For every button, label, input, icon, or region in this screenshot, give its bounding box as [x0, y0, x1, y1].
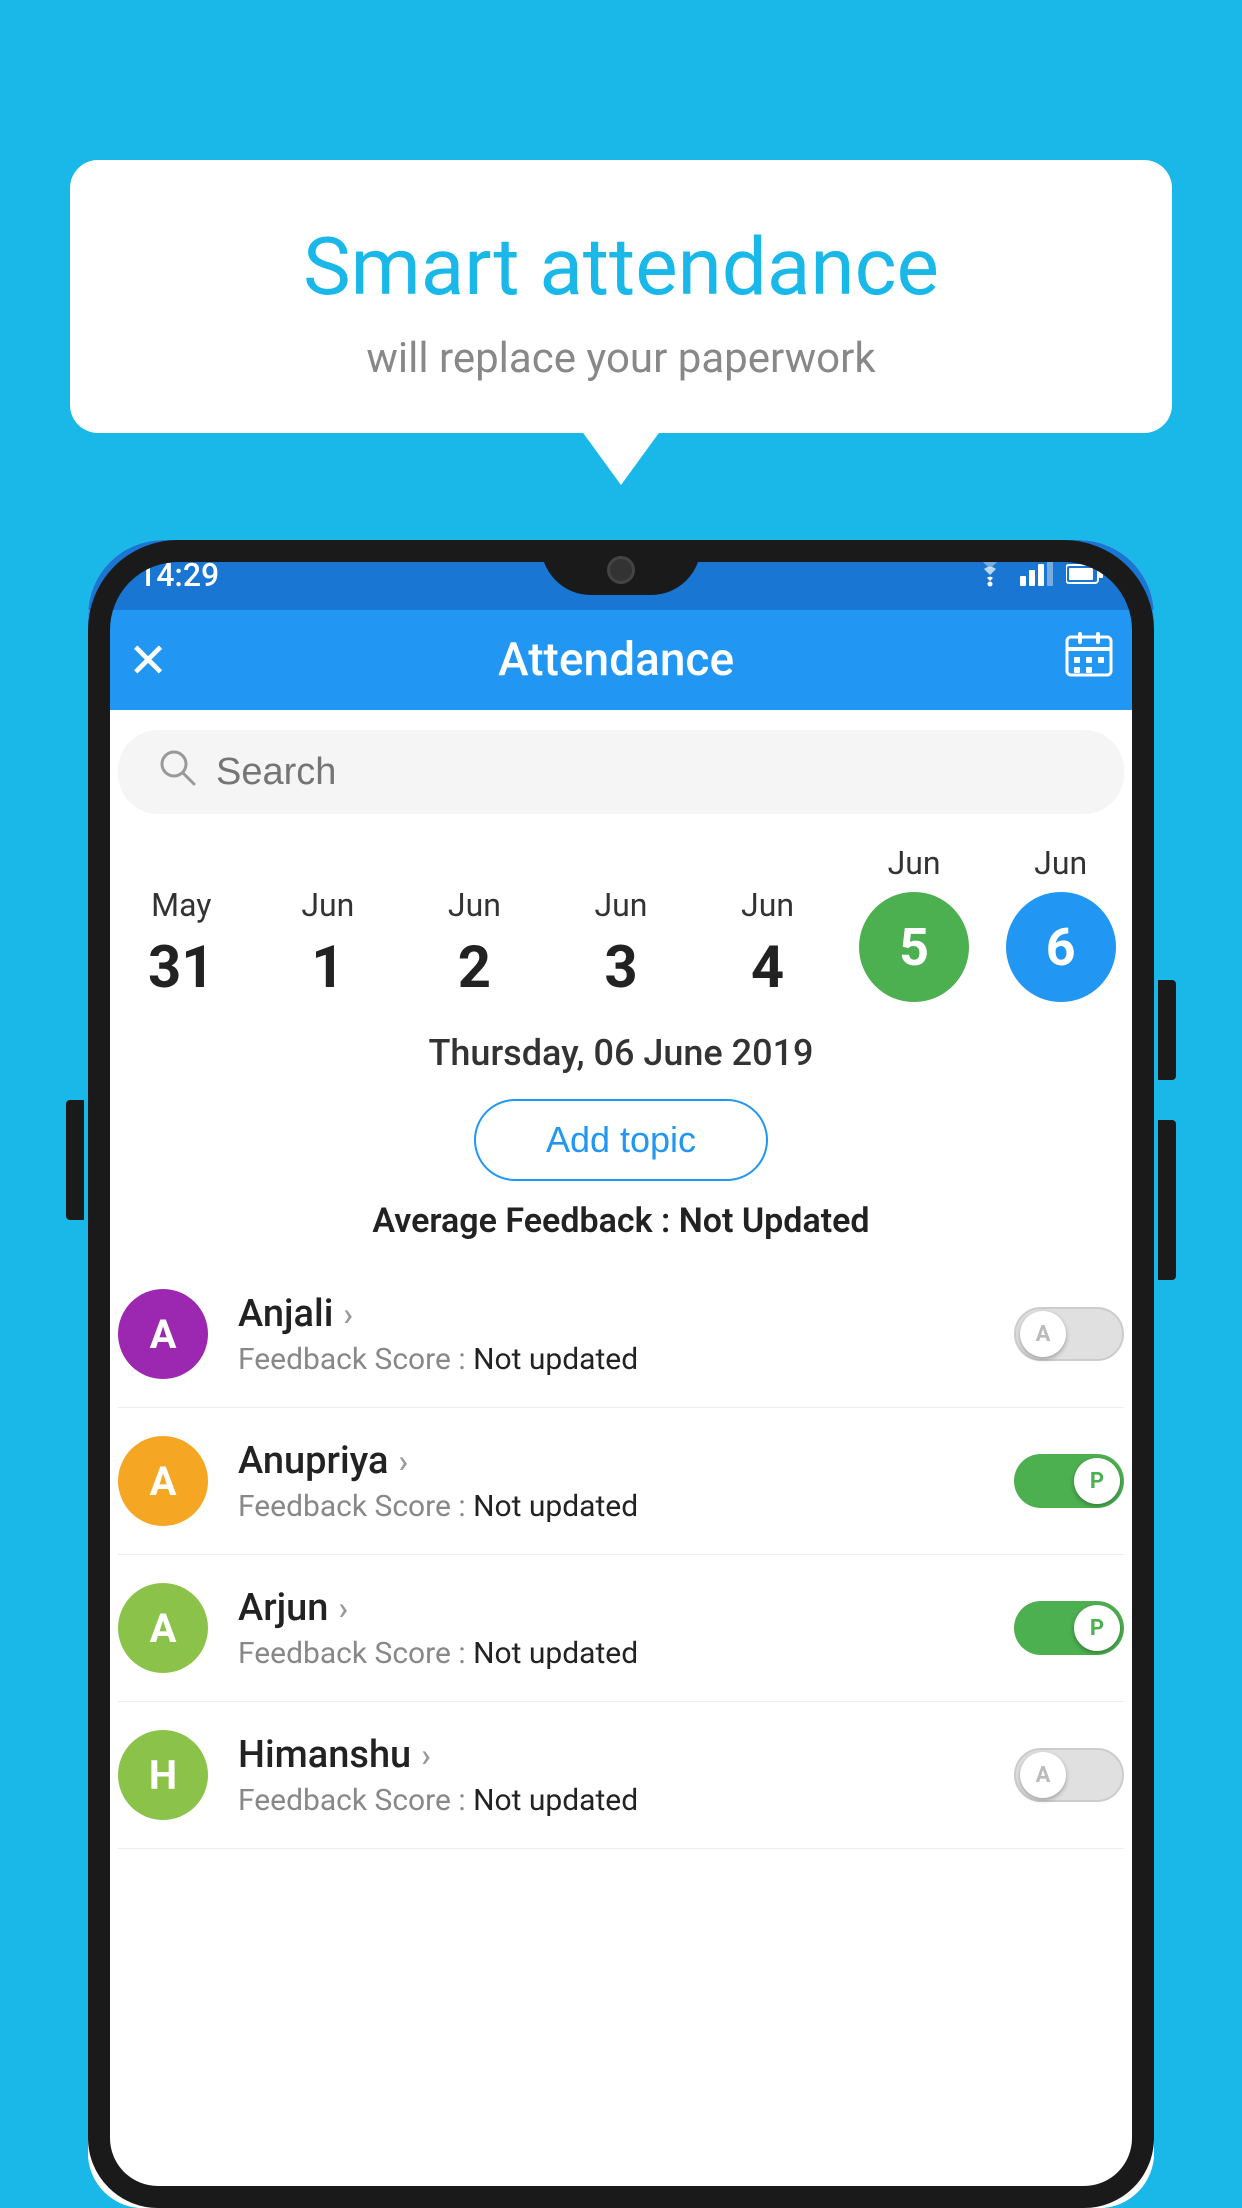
speech-bubble-wrapper: Smart attendance will replace your paper… — [70, 160, 1172, 433]
calendar-month-label: May — [151, 886, 211, 924]
speech-bubble-subtitle: will replace your paperwork — [150, 334, 1092, 383]
student-avatar: H — [118, 1730, 208, 1820]
calendar-month-label: Jun — [301, 886, 354, 924]
wifi-icon — [972, 557, 1008, 594]
student-info: Arjun › Feedback Score : Not updated — [238, 1586, 984, 1671]
attendance-toggle-container[interactable]: P — [1014, 1454, 1124, 1508]
calendar-month-label: Jun — [448, 886, 501, 924]
avg-feedback-label: Average Feedback : — [372, 1201, 670, 1241]
chevron-icon: › — [398, 1442, 408, 1480]
student-avatar: A — [118, 1436, 208, 1526]
student-feedback: Feedback Score : Not updated — [238, 1342, 984, 1377]
app-bar-title: Attendance — [498, 633, 734, 687]
front-camera — [607, 556, 635, 584]
status-bar: 14:29 — [88, 540, 1154, 610]
avg-feedback: Average Feedback : Not Updated — [88, 1201, 1154, 1261]
calendar-month-label: Jun — [1034, 844, 1087, 882]
feedback-value: Not updated — [473, 1342, 638, 1377]
student-avatar: A — [118, 1289, 208, 1379]
student-info: Anjali › Feedback Score : Not updated — [238, 1292, 984, 1377]
student-list: AAnjali ›Feedback Score : Not updatedAAA… — [88, 1261, 1154, 1849]
student-avatar: A — [118, 1583, 208, 1673]
chevron-icon: › — [343, 1295, 353, 1333]
toggle-knob: P — [1074, 1458, 1120, 1504]
student-name: Anjali › — [238, 1292, 984, 1336]
student-item[interactable]: H Himanshu › Feedback Score : Not updated A — [118, 1702, 1124, 1849]
calendar-day[interactable]: May 31 — [121, 886, 241, 1002]
calendar-icon[interactable] — [1064, 629, 1114, 692]
add-topic-container: Add topic — [88, 1089, 1154, 1201]
toggle-knob: P — [1074, 1605, 1120, 1651]
calendar-strip: May 31 Jun 1 Jun 2 Jun 3 Jun 4 Jun 5 Jun 6 — [88, 824, 1154, 1002]
calendar-date-circle: 5 — [859, 892, 969, 1002]
calendar-month-label: Jun — [741, 886, 794, 924]
student-feedback: Feedback Score : Not updated — [238, 1636, 984, 1671]
calendar-date-label: 3 — [604, 934, 637, 1002]
chevron-icon: › — [421, 1736, 431, 1774]
feedback-value: Not updated — [473, 1489, 638, 1524]
content-area: May 31 Jun 1 Jun 2 Jun 3 Jun 4 Jun 5 Jun 6 Thursday, … — [88, 710, 1154, 2208]
close-button[interactable]: ✕ — [128, 632, 168, 689]
calendar-day[interactable]: Jun 6 — [1001, 844, 1121, 1002]
search-container[interactable] — [118, 730, 1124, 814]
battery-icon — [1066, 559, 1104, 592]
student-name: Himanshu › — [238, 1733, 984, 1777]
calendar-month-label: Jun — [594, 886, 647, 924]
search-icon — [158, 748, 196, 796]
status-time: 14:29 — [138, 556, 219, 594]
student-info: Anupriya › Feedback Score : Not updated — [238, 1439, 984, 1524]
toggle-knob: A — [1020, 1311, 1066, 1357]
calendar-day[interactable]: Jun 2 — [414, 886, 534, 1002]
speech-bubble-title: Smart attendance — [150, 220, 1092, 314]
signal-icon — [1020, 558, 1054, 593]
avg-feedback-value: Not Updated — [679, 1201, 870, 1241]
status-icons — [972, 557, 1104, 594]
app-bar: ✕ Attendance — [88, 610, 1154, 710]
add-topic-button[interactable]: Add topic — [474, 1099, 768, 1181]
calendar-month-label: Jun — [888, 844, 941, 882]
student-name: Arjun › — [238, 1586, 984, 1630]
calendar-date-label: 1 — [311, 934, 344, 1002]
attendance-toggle-container[interactable]: A — [1014, 1748, 1124, 1802]
volume-button-right — [1158, 1120, 1176, 1280]
attendance-toggle[interactable]: P — [1014, 1454, 1124, 1508]
attendance-toggle-container[interactable]: P — [1014, 1601, 1124, 1655]
search-input[interactable] — [216, 751, 1084, 794]
notch — [541, 540, 701, 595]
toggle-knob: A — [1020, 1752, 1066, 1798]
calendar-date-circle: 6 — [1006, 892, 1116, 1002]
student-item[interactable]: A Arjun › Feedback Score : Not updated P — [118, 1555, 1124, 1702]
student-feedback: Feedback Score : Not updated — [238, 1489, 984, 1524]
student-name: Anupriya › — [238, 1439, 984, 1483]
student-info: Himanshu › Feedback Score : Not updated — [238, 1733, 984, 1818]
calendar-day[interactable]: Jun 1 — [268, 886, 388, 1002]
phone-screen-bg: 14:29 — [88, 540, 1154, 2208]
attendance-toggle[interactable]: A — [1014, 1307, 1124, 1361]
calendar-day[interactable]: Jun 3 — [561, 886, 681, 1002]
calendar-date-label: 31 — [148, 934, 215, 1002]
attendance-toggle[interactable]: A — [1014, 1748, 1124, 1802]
attendance-toggle-container[interactable]: A — [1014, 1307, 1124, 1361]
student-item[interactable]: A Anjali › Feedback Score : Not updated A — [118, 1261, 1124, 1408]
student-feedback: Feedback Score : Not updated — [238, 1783, 984, 1818]
selected-date: Thursday, 06 June 2019 — [88, 1002, 1154, 1089]
feedback-value: Not updated — [473, 1636, 638, 1671]
chevron-icon: › — [338, 1589, 348, 1627]
attendance-toggle[interactable]: P — [1014, 1601, 1124, 1655]
calendar-date-label: 2 — [458, 934, 491, 1002]
student-item[interactable]: A Anupriya › Feedback Score : Not updated P — [118, 1408, 1124, 1555]
feedback-value: Not updated — [473, 1783, 638, 1818]
power-button — [1158, 980, 1176, 1080]
calendar-day[interactable]: Jun 4 — [708, 886, 828, 1002]
volume-button — [66, 1100, 84, 1220]
calendar-date-label: 4 — [751, 934, 784, 1002]
calendar-day[interactable]: Jun 5 — [854, 844, 974, 1002]
speech-bubble: Smart attendance will replace your paper… — [70, 160, 1172, 433]
